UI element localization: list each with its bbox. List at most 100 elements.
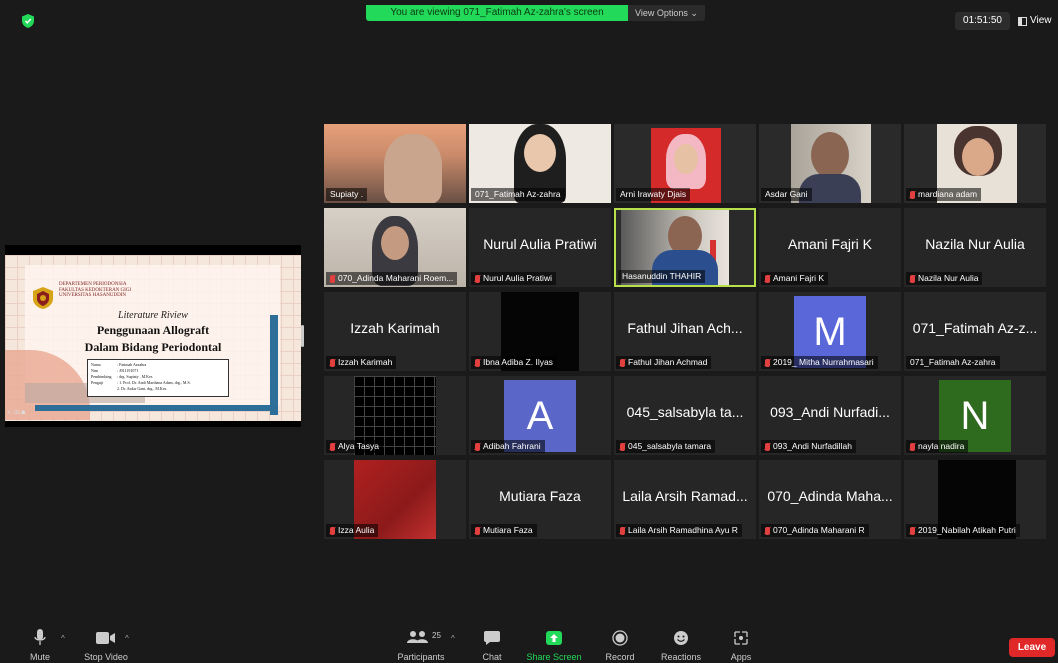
participant-tile[interactable]: Fathul Jihan Ach... Fathul Jihan Achmad <box>614 292 756 371</box>
muted-mic-icon <box>910 190 915 199</box>
participant-display-name: Laila Arsih Ramad... <box>622 488 748 504</box>
participant-display-name: 093_Andi Nurfadi... <box>770 404 890 420</box>
stop-video-button[interactable]: Stop Video <box>78 624 134 663</box>
participant-display-name: 045_salsabyla ta... <box>626 404 744 420</box>
participant-tile[interactable]: Amani Fajri K Amani Fajri K <box>759 208 901 287</box>
record-button[interactable]: Record <box>601 624 639 663</box>
participant-tile[interactable]: mardiana adam <box>904 124 1046 203</box>
participant-tile[interactable]: Arni Irawaty Djais <box>614 124 756 203</box>
chat-bubble-icon <box>484 631 500 645</box>
zoom-meeting-window: You are viewing 071_Fatimah Az-zahra's s… <box>0 0 1058 663</box>
slide-title-line1: Penggunaan Allograft <box>96 323 210 337</box>
chevron-up-icon[interactable]: ^ <box>125 634 129 643</box>
participant-tile[interactable]: Nurul Aulia Pratiwi Nurul Aulia Pratiwi <box>469 208 611 287</box>
splitter-handle[interactable] <box>301 325 304 347</box>
muted-mic-icon <box>910 442 915 451</box>
participant-tile[interactable]: Nazila Nur Aulia Nazila Nur Aulia <box>904 208 1046 287</box>
meeting-toolbar: Mute ^ Stop Video ^ 25 Participants ^ Ch… <box>0 624 1058 663</box>
participant-name-label: Nazila Nur Aulia <box>906 272 983 285</box>
university-crest-icon <box>33 287 53 309</box>
participant-tile[interactable]: A Adibah Fahrani <box>469 376 611 455</box>
participant-tile[interactable]: Izza Aulia <box>324 460 466 539</box>
chat-button[interactable]: Chat <box>475 624 509 663</box>
record-icon <box>612 630 628 646</box>
participant-name-label: Mutiara Faza <box>471 524 537 537</box>
participant-tile[interactable]: Ibna Adiba Z. Ilyas <box>469 292 611 371</box>
meeting-timer: 01:51:50 <box>955 12 1010 30</box>
participant-tile[interactable]: Izzah Karimah Izzah Karimah <box>324 292 466 371</box>
participant-name-label: 093_Andi Nurfadillah <box>761 440 856 453</box>
security-shield-icon[interactable] <box>21 13 35 29</box>
chevron-up-icon[interactable]: ^ <box>61 634 65 643</box>
participant-name-label: 071_Fatimah Az-zahra <box>471 188 565 201</box>
participant-name-label: Amani Fajri K <box>761 272 829 285</box>
department-text: DEPARTEMEN PERIODONSIA FAKULTAS KEDOKTER… <box>59 282 132 298</box>
reactions-button[interactable]: Reactions <box>657 624 705 663</box>
participant-tile[interactable]: Supiaty . <box>324 124 466 203</box>
participant-tile[interactable]: 071_Fatimah Az-zahra <box>469 124 611 203</box>
participant-tile[interactable]: Alya Tasya <box>324 376 466 455</box>
muted-mic-icon <box>620 442 625 451</box>
participant-tile[interactable]: N nayla nadira <box>904 376 1046 455</box>
smiley-face-icon <box>674 631 688 645</box>
mute-button[interactable]: Mute <box>22 624 58 663</box>
participant-tile[interactable]: Laila Arsih Ramad... Laila Arsih Ramadhi… <box>614 460 756 539</box>
muted-mic-icon <box>330 442 335 451</box>
active-speaker-tile[interactable]: Hasanuddin THAHIR <box>614 208 756 287</box>
participant-tile[interactable]: 093_Andi Nurfadi... 093_Andi Nurfadillah <box>759 376 901 455</box>
slide-subtitle: Literature Riview <box>118 310 188 321</box>
participant-name-label: Hasanuddin THAHIR <box>618 270 706 283</box>
slide-info-box: Nama: Fatimah Azzahra Nim: J011191071 Pe… <box>87 359 229 397</box>
gallery-view-icon <box>1018 16 1027 26</box>
video-camera-icon <box>96 632 115 644</box>
participant-name-label: Ibna Adiba Z. Ilyas <box>471 356 557 369</box>
muted-mic-icon <box>475 358 480 367</box>
participant-display-name: Fathul Jihan Ach... <box>627 320 743 336</box>
share-screen-button[interactable]: Share Screen <box>523 624 585 663</box>
muted-mic-icon <box>765 526 770 535</box>
participants-button[interactable]: 25 Participants <box>390 624 452 663</box>
share-screen-icon <box>546 631 562 645</box>
participant-display-name: Izzah Karimah <box>350 320 440 336</box>
participant-tile[interactable]: M 2019_ Mitha Nurrahmasari <box>759 292 901 371</box>
participants-icon <box>407 631 428 643</box>
participants-count: 25 <box>432 631 441 640</box>
view-button[interactable]: View <box>1015 12 1055 30</box>
muted-mic-icon <box>910 526 915 535</box>
participant-display-name: Nurul Aulia Pratiwi <box>483 236 597 252</box>
participant-display-name: Mutiara Faza <box>499 488 581 504</box>
participant-name-label: nayla nadira <box>906 440 969 453</box>
participant-display-name: 071_Fatimah Az-z... <box>912 320 1038 336</box>
muted-mic-icon <box>765 358 770 367</box>
participant-name-label: mardiana adam <box>906 188 982 201</box>
participant-tile[interactable]: 2019_Nabilah Atikah Putri <box>904 460 1046 539</box>
muted-mic-icon <box>330 358 335 367</box>
participant-tile[interactable]: 045_salsabyla ta... 045_salsabyla tamara <box>614 376 756 455</box>
muted-mic-icon <box>475 526 480 535</box>
apps-button[interactable]: Apps <box>724 624 758 663</box>
shared-screen[interactable]: DEPARTEMEN PERIODONSIA FAKULTAS KEDOKTER… <box>5 245 301 427</box>
participant-tile[interactable]: 071_Fatimah Az-z... 071_Fatimah Az-zahra <box>904 292 1046 371</box>
participant-tile[interactable]: Asdar Gani <box>759 124 901 203</box>
muted-mic-icon <box>765 274 770 283</box>
muted-mic-icon <box>475 442 480 451</box>
view-button-label: View <box>1030 15 1052 26</box>
participant-name-label: Nurul Aulia Pratiwi <box>471 272 556 285</box>
participant-name-label: Asdar Gani <box>761 188 812 201</box>
annotation-tools-icon[interactable]: ✎ ⌫ ☗ <box>7 410 26 416</box>
muted-mic-icon <box>765 442 770 451</box>
participant-name-label: 2019_Nabilah Atikah Putri <box>906 524 1020 537</box>
leave-meeting-button[interactable]: Leave <box>1009 638 1055 657</box>
viewing-screen-banner: You are viewing 071_Fatimah Az-zahra's s… <box>366 5 628 21</box>
participant-tile[interactable]: 070_Adinda Maharani Roem... <box>324 208 466 287</box>
muted-mic-icon <box>620 358 625 367</box>
view-options-button[interactable]: View Options ⌄ <box>628 5 705 21</box>
chevron-up-icon[interactable]: ^ <box>451 634 455 643</box>
participant-tile[interactable]: Mutiara Faza Mutiara Faza <box>469 460 611 539</box>
participant-tile[interactable]: 070_Adinda Maha... 070_Adinda Maharani R <box>759 460 901 539</box>
muted-mic-icon <box>330 526 335 535</box>
muted-mic-icon <box>475 274 480 283</box>
microphone-icon <box>34 629 46 645</box>
slide-title-line2: Dalam Bidang Periodontal <box>84 340 222 354</box>
apps-icon <box>734 631 748 645</box>
